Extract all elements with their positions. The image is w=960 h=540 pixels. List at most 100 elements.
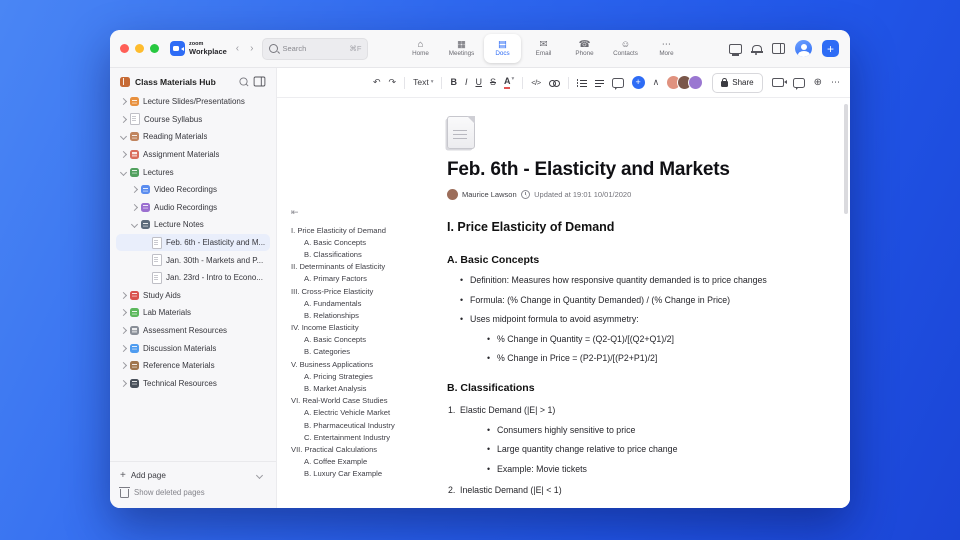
text-style-dropdown[interactable]: Text ▾	[413, 78, 433, 87]
italic-button[interactable]: I	[465, 78, 468, 87]
document-block[interactable]: • Large quantity change relative to pric…	[447, 444, 795, 455]
expand-chevron-icon[interactable]	[130, 203, 139, 211]
insert-button[interactable]: +	[631, 76, 645, 89]
expand-chevron-icon[interactable]	[119, 115, 128, 123]
page-tree-item[interactable]: Feb. 6th - Elasticity and M...	[116, 233, 270, 252]
show-deleted-pages-button[interactable]: Show deleted pages	[119, 484, 266, 501]
expand-chevron-icon[interactable]	[119, 309, 128, 317]
outline-item[interactable]: B. Pharmaceutical Industry	[291, 419, 436, 431]
document-block[interactable]: 2. Inelastic Demand (|E| < 1)	[447, 485, 795, 496]
expand-chevron-icon[interactable]	[119, 291, 128, 299]
more-options-button[interactable]: ⋯	[831, 78, 840, 87]
nav-tab[interactable]: ☺ Contacts	[607, 34, 644, 63]
document-block[interactable]: • Formula: (% Change in Quantity Demande…	[447, 295, 795, 306]
page-tree-item[interactable]: Reading Materials	[116, 128, 270, 146]
align-button[interactable]	[594, 79, 604, 87]
redo-button[interactable]: ↷	[389, 78, 397, 87]
outline-item[interactable]: III. Cross-Price Elasticity	[291, 285, 436, 297]
outline-item[interactable]: A. Basic Concepts	[291, 334, 436, 346]
document-block[interactable]: B. Classifications	[447, 382, 795, 395]
sidebar-collapse-icon[interactable]	[253, 76, 266, 87]
notifications-bell-icon[interactable]	[751, 44, 763, 56]
outline-item[interactable]: B. Relationships	[291, 309, 436, 321]
document-content[interactable]: Feb. 6th - Elasticity and Markets Mauric…	[447, 98, 795, 496]
outline-collapse-button[interactable]: ⇤	[291, 208, 436, 217]
video-call-icon[interactable]	[771, 78, 788, 87]
bullet-list-button[interactable]	[576, 79, 587, 87]
expand-chevron-icon[interactable]	[119, 98, 128, 106]
page-tree-item[interactable]: Assignment Materials	[116, 146, 270, 164]
share-button[interactable]: Share	[712, 72, 763, 93]
outline-item[interactable]: B. Market Analysis	[291, 382, 436, 394]
document-block[interactable]: • Example: Movie tickets	[447, 464, 795, 475]
expand-chevron-icon[interactable]	[119, 344, 128, 352]
sidebar-search-icon[interactable]	[239, 77, 248, 86]
comment-button[interactable]	[611, 77, 624, 90]
nav-tab[interactable]: ☎ Phone	[566, 34, 603, 63]
new-button[interactable]: +	[822, 40, 839, 57]
page-tree-item[interactable]: Lecture Slides/Presentations	[116, 93, 270, 111]
nav-tab[interactable]: ▤ Docs	[484, 34, 521, 63]
outline-item[interactable]: A. Fundamentals	[291, 297, 436, 309]
expand-chevron-icon[interactable]	[119, 168, 128, 176]
page-tree-item[interactable]: Jan. 23rd - Intro to Econo...	[116, 269, 270, 287]
outline-item[interactable]: B. Categories	[291, 346, 436, 358]
expand-chevron-icon[interactable]	[130, 186, 139, 194]
minimize-window-button[interactable]	[135, 44, 144, 53]
outline-item[interactable]: IV. Income Elasticity	[291, 322, 436, 334]
page-tree-item[interactable]: Audio Recordings	[116, 199, 270, 217]
document-block[interactable]: • Uses midpoint formula to avoid asymmet…	[447, 314, 795, 325]
outline-item[interactable]: A. Electric Vehicle Market	[291, 407, 436, 419]
globe-icon[interactable]: ⊕	[814, 77, 822, 88]
scrollbar[interactable]	[844, 104, 848, 214]
collaborator-avatar[interactable]	[688, 75, 704, 90]
outline-item[interactable]: B. Classifications	[291, 248, 436, 260]
collapse-toolbar-button[interactable]: ∧	[653, 78, 660, 87]
document-title[interactable]: Feb. 6th - Elasticity and Markets	[447, 159, 795, 181]
page-tree-item[interactable]: Reference Materials	[116, 357, 270, 375]
outline-item[interactable]: VII. Practical Calculations	[291, 443, 436, 455]
user-avatar[interactable]	[795, 40, 812, 57]
expand-chevron-icon[interactable]	[119, 151, 128, 159]
device-icon[interactable]	[729, 43, 742, 56]
expand-chevron-icon[interactable]	[119, 133, 128, 141]
outline-item[interactable]: V. Business Applications	[291, 358, 436, 370]
nav-tab[interactable]: ✉ Email	[525, 34, 562, 63]
page-tree-item[interactable]: Lectures	[116, 163, 270, 181]
page-tree-item[interactable]: Lecture Notes	[116, 216, 270, 234]
page-tree-item[interactable]: Technical Resources	[116, 375, 270, 393]
page-tree-item[interactable]: Lab Materials	[116, 304, 270, 322]
add-page-button[interactable]: + Add page	[120, 467, 266, 484]
text-color-button[interactable]: A ▾	[503, 76, 514, 89]
search-input[interactable]: Search ⌘F	[262, 37, 369, 60]
outline-item[interactable]: A. Basic Concepts	[291, 236, 436, 248]
expand-chevron-icon[interactable]	[130, 221, 139, 229]
document-block[interactable]: • Consumers highly sensitive to price	[447, 425, 795, 436]
expand-chevron-icon[interactable]	[119, 362, 128, 370]
forward-button[interactable]: ›	[248, 43, 255, 54]
workspace-title[interactable]: Class Materials Hub	[135, 77, 234, 87]
add-page-chevron-icon[interactable]	[255, 471, 264, 480]
expand-chevron-icon[interactable]	[119, 326, 128, 335]
outline-item[interactable]: I. Price Elasticity of Demand	[291, 224, 436, 236]
outline-item[interactable]: A. Primary Factors	[291, 273, 436, 285]
document-block[interactable]: A. Basic Concepts	[447, 254, 795, 267]
expand-chevron-icon[interactable]	[119, 379, 128, 387]
outline-item[interactable]: VI. Real-World Case Studies	[291, 395, 436, 407]
page-tree-item[interactable]: Discussion Materials	[116, 339, 270, 357]
outline-item[interactable]: C. Entertainment Industry	[291, 431, 436, 443]
underline-button[interactable]: U	[475, 78, 482, 87]
outline-item[interactable]: B. Luxury Car Example	[291, 468, 436, 480]
page-tree-item[interactable]: Study Aids	[116, 287, 270, 305]
outline-item[interactable]: II. Determinants of Elasticity	[291, 261, 436, 273]
document-block[interactable]: 1. Elastic Demand (|E| > 1)	[447, 405, 795, 416]
document-block[interactable]: • % Change in Price = (P2-P1)/[(P2+P1)/2…	[447, 353, 795, 364]
chat-icon[interactable]	[792, 77, 805, 90]
code-button[interactable]: </>	[531, 79, 541, 87]
nav-tab[interactable]: ▦ Meetings	[443, 34, 480, 63]
outline-item[interactable]: A. Coffee Example	[291, 456, 436, 468]
nav-tab[interactable]: ⋯ More	[648, 34, 685, 63]
document-block[interactable]: I. Price Elasticity of Demand	[447, 220, 795, 236]
panel-toggle-icon[interactable]	[772, 43, 785, 54]
page-tree-item[interactable]: Assessment Resources	[116, 322, 270, 340]
